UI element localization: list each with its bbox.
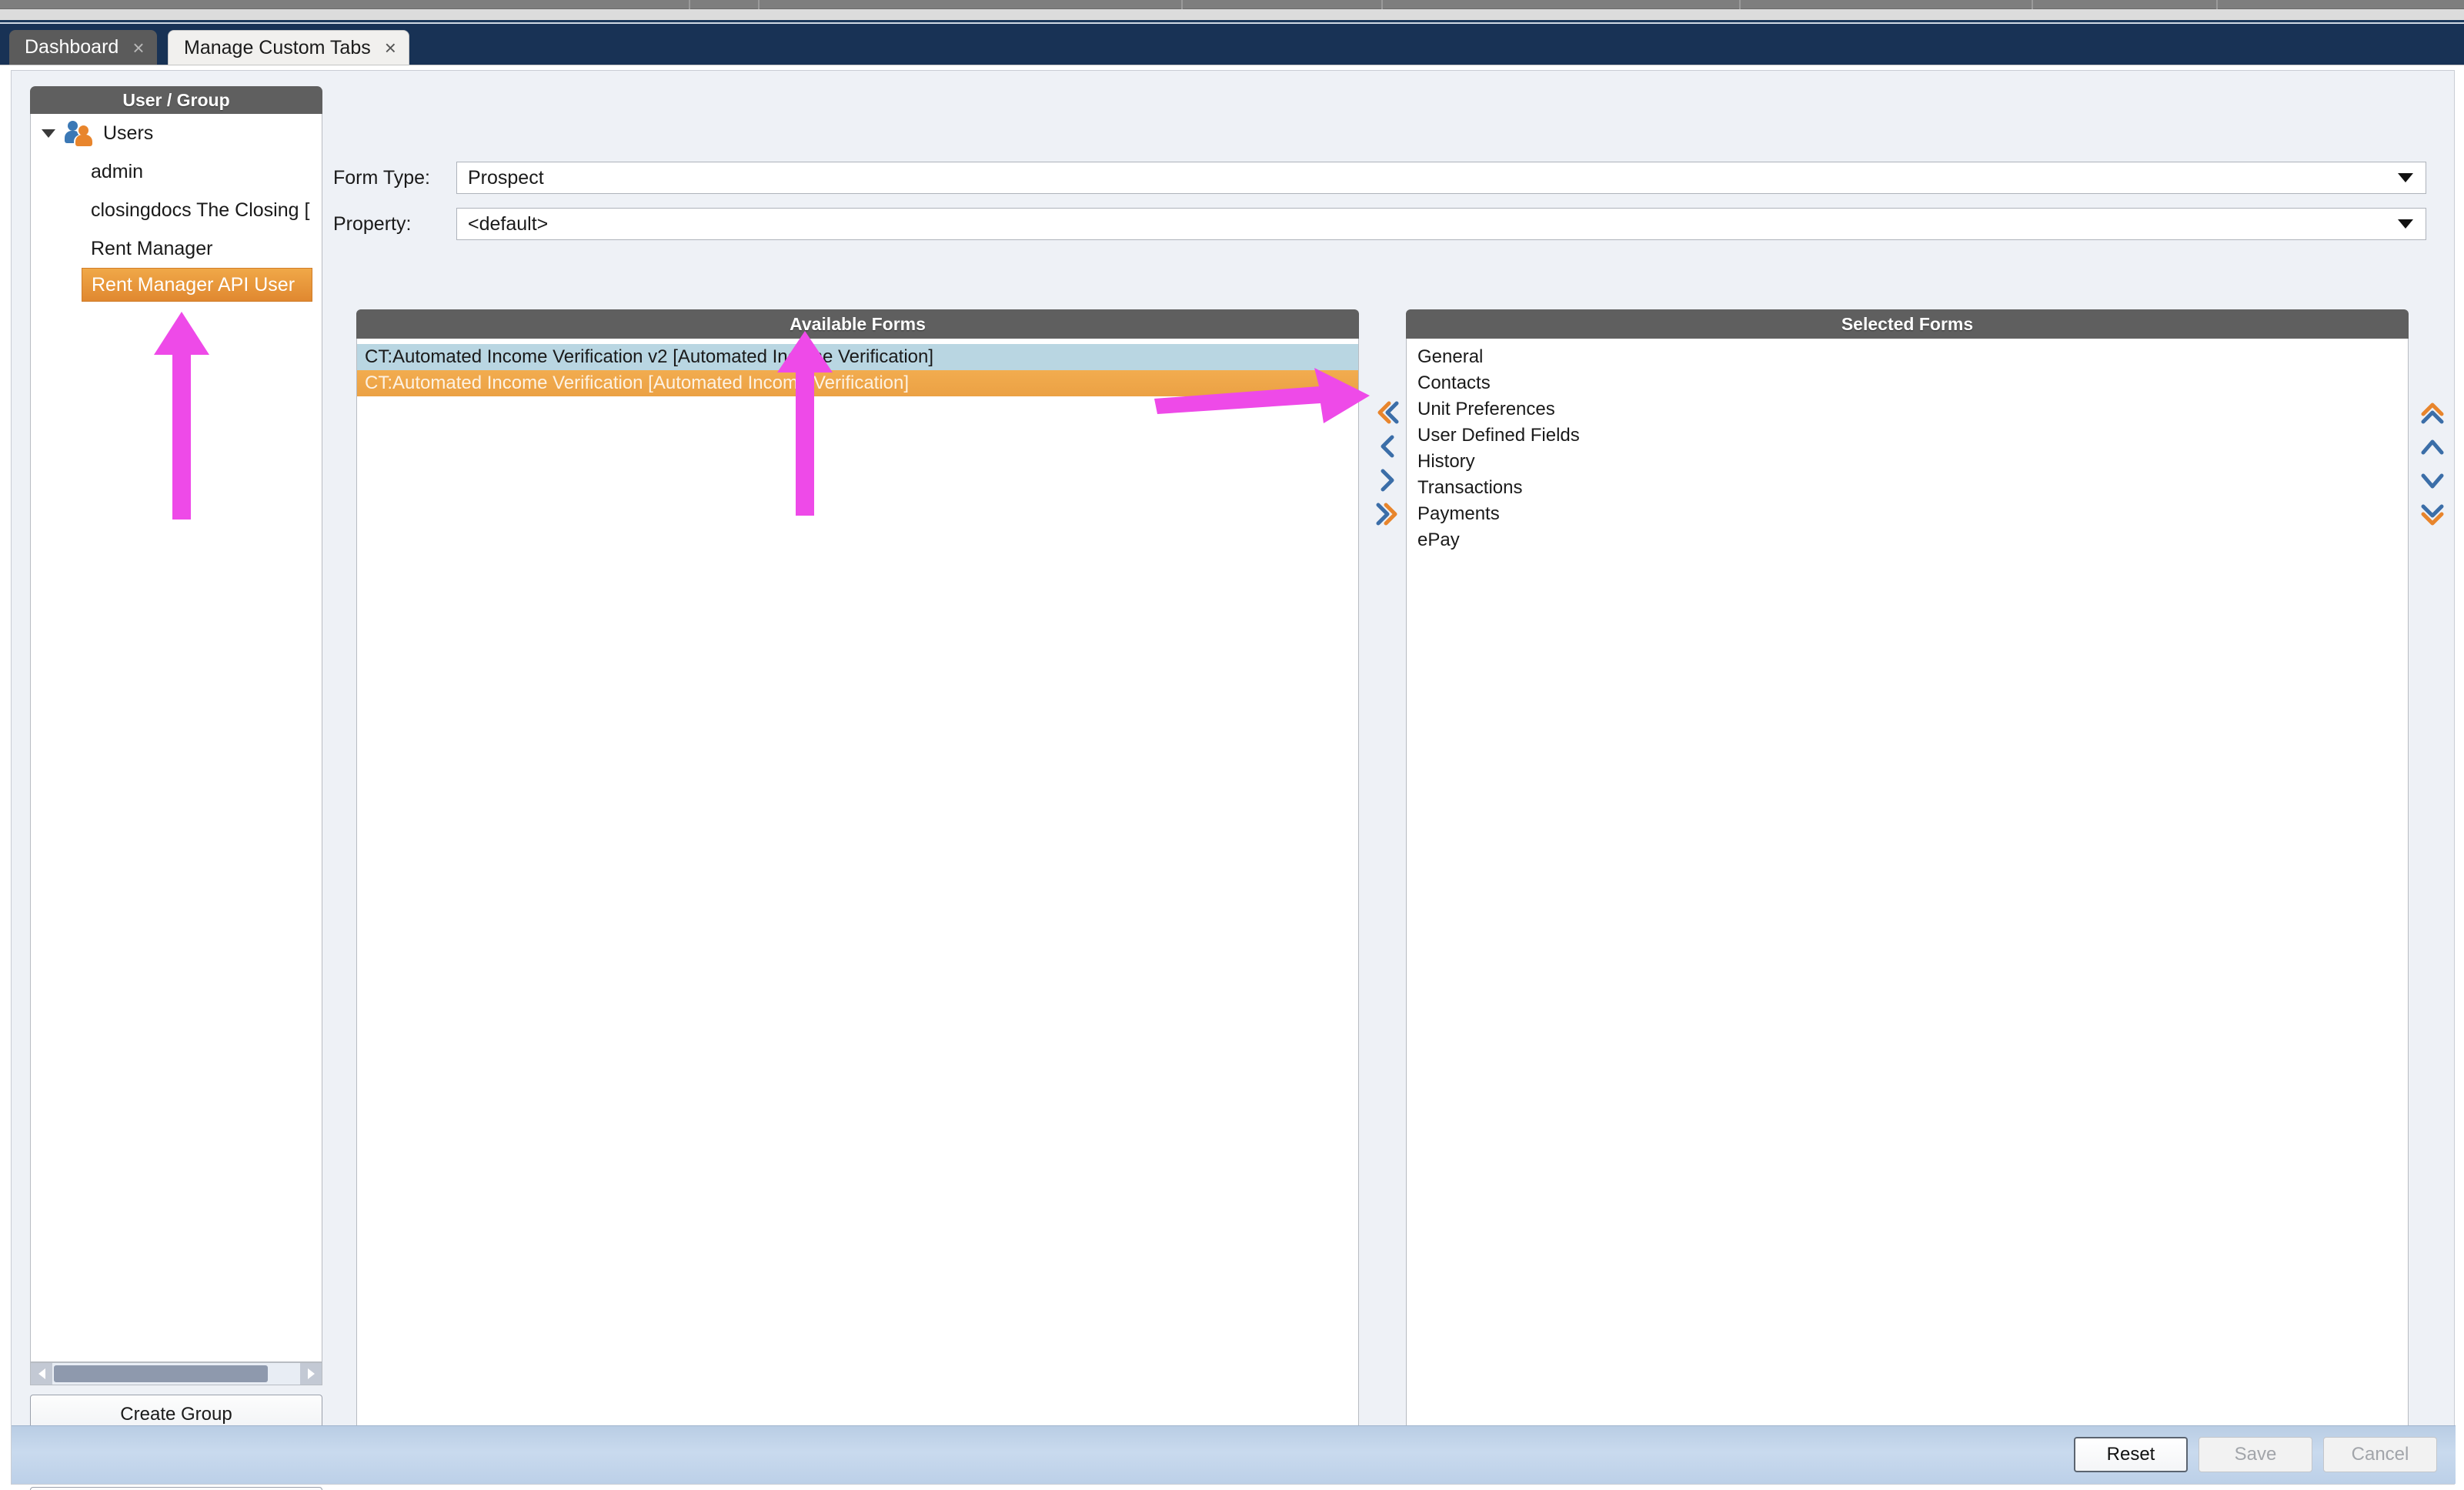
list-item[interactable]: CT:Automated Income Verification [Automa… [357,370,1358,396]
property-row: Property: <default> [333,206,2426,242]
available-forms-header: Available Forms [356,309,1359,339]
tree-node-rent-manager-api-user-label: Rent Manager API User [92,273,295,296]
list-item[interactable]: General [1407,344,2408,370]
property-value: <default> [468,212,549,235]
property-label: Property: [333,212,412,235]
transfer-buttons [1371,396,1404,531]
move-to-top-button[interactable] [2416,396,2449,429]
tab-dashboard[interactable]: Dashboard × [9,30,157,65]
scrollbar-thumb[interactable] [54,1365,268,1382]
list-item[interactable]: User Defined Fields [1407,423,2408,449]
list-item[interactable]: Contacts [1407,370,2408,396]
list-item[interactable]: ePay [1407,527,2408,553]
tree-node-users[interactable]: Users [31,114,322,152]
chevron-down-icon[interactable] [2398,173,2413,182]
user-group-header: User / Group [30,86,322,114]
chevron-down-icon[interactable] [2398,219,2413,229]
list-item[interactable]: CT:Automated Income Verification v2 [Aut… [357,344,1358,370]
selected-forms-panel: Selected Forms General Contacts Unit Pre… [1406,309,2409,1456]
forms-configuration-area: Form Type: Prospect Property: <default> [333,86,2444,1470]
form-type-select[interactable]: Prospect [456,162,2426,194]
list-item[interactable]: Unit Preferences [1407,396,2408,423]
tree-node-closingdocs[interactable]: closingdocs The Closing [ [31,191,322,229]
delete-group-button[interactable]: Delete Group [30,1487,322,1490]
reset-button[interactable]: Reset [2074,1437,2188,1472]
tree-horizontal-scrollbar[interactable] [30,1362,322,1385]
move-left-button[interactable] [1371,429,1404,463]
users-icon [65,120,95,146]
scroll-right-button[interactable] [300,1363,322,1385]
move-all-left-button[interactable] [1371,396,1404,429]
tab-manage-custom-tabs[interactable]: Manage Custom Tabs × [168,30,409,65]
tree-node-users-label: Users [103,122,154,144]
tab-bar: Dashboard × Manage Custom Tabs × [0,24,2464,65]
tab-dashboard-label: Dashboard [25,36,119,58]
user-group-tree[interactable]: Users admin closingdocs The Closing [ Re… [30,114,322,1362]
property-select[interactable]: <default> [456,208,2426,240]
tree-node-rent-manager-api-user[interactable]: Rent Manager API User [82,268,312,302]
form-type-value: Prospect [468,166,544,189]
move-up-button[interactable] [2416,429,2449,463]
save-button: Save [2199,1437,2312,1472]
top-toolbar-strip [0,0,2464,9]
move-to-bottom-button[interactable] [2416,497,2449,531]
available-forms-list[interactable]: CT:Automated Income Verification v2 [Aut… [356,339,1359,1456]
tree-node-rent-manager-label: Rent Manager [91,237,213,259]
scroll-left-button[interactable] [31,1363,52,1385]
tree-node-admin-label: admin [91,160,144,182]
selected-forms-list[interactable]: General Contacts Unit Preferences User D… [1406,339,2409,1456]
close-icon[interactable]: × [132,38,144,58]
list-item[interactable]: Payments [1407,501,2408,527]
move-all-right-button[interactable] [1371,497,1404,531]
action-bar: Reset Save Cancel [12,1425,2456,1484]
tree-node-rent-manager[interactable]: Rent Manager [31,229,322,268]
list-item[interactable]: History [1407,449,2408,475]
move-right-button[interactable] [1371,463,1404,497]
page-surface: User / Group Users admin closingdocs The… [0,65,2464,1490]
tree-node-closingdocs-label: closingdocs The Closing [ [91,199,310,221]
available-forms-panel: Available Forms CT:Automated Income Veri… [356,309,1359,1456]
reorder-buttons [2416,396,2449,531]
move-down-button[interactable] [2416,463,2449,497]
close-icon[interactable]: × [385,38,396,58]
tab-manage-custom-tabs-label: Manage Custom Tabs [184,36,371,58]
cancel-button: Cancel [2323,1437,2437,1472]
user-group-panel: User / Group Users admin closingdocs The… [30,86,322,1490]
selected-forms-header: Selected Forms [1406,309,2409,339]
form-type-row: Form Type: Prospect [333,160,2426,195]
tree-node-admin[interactable]: admin [31,152,322,191]
application-window: Dashboard × Manage Custom Tabs × User / … [0,0,2464,1490]
scrollbar-track[interactable] [269,1363,300,1385]
chevron-down-icon[interactable] [42,129,55,138]
list-item[interactable]: Transactions [1407,475,2408,501]
form-type-label: Form Type: [333,166,430,189]
top-toolbar-background [0,9,2464,20]
content-container: User / Group Users admin closingdocs The… [11,70,2456,1490]
